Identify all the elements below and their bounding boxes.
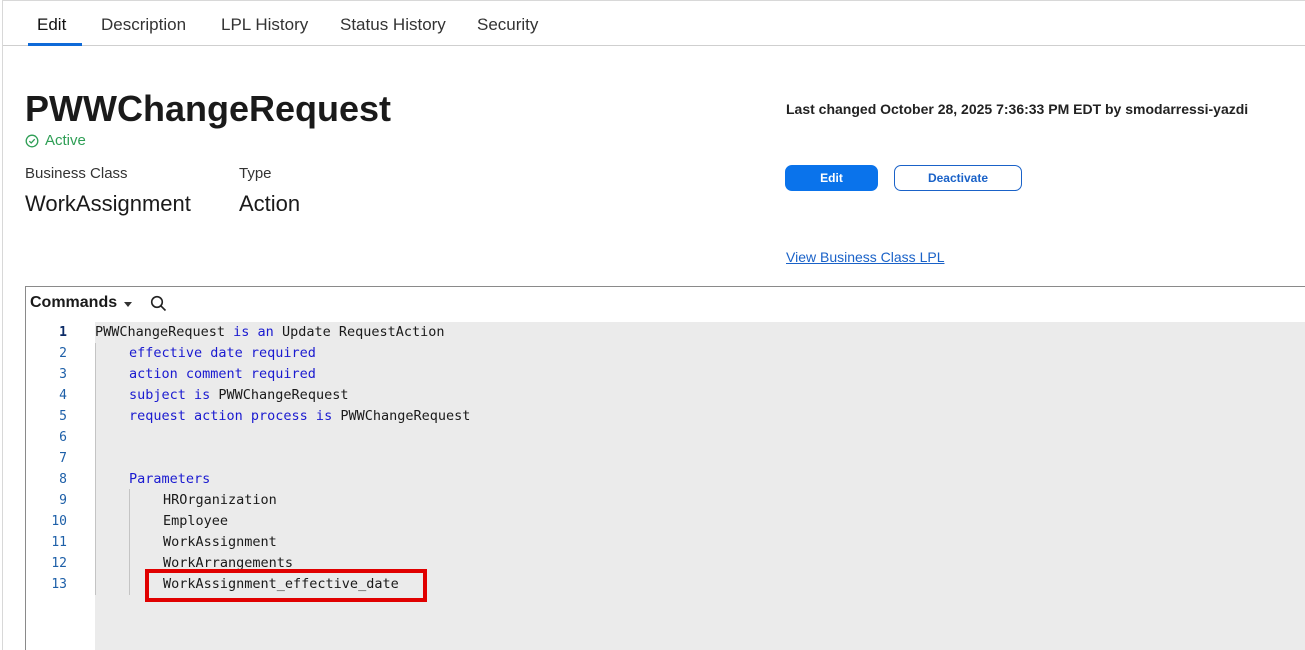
code-text: PWWChangeRequest is an Update RequestAct… xyxy=(95,322,445,343)
search-icon[interactable] xyxy=(150,295,167,317)
line-number: 5 xyxy=(59,409,67,424)
line-number: 12 xyxy=(51,556,67,571)
deactivate-button[interactable]: Deactivate xyxy=(894,165,1022,191)
editor-toolbar: Commands xyxy=(26,287,1305,321)
type-label: Type xyxy=(239,165,272,182)
line-number: 7 xyxy=(59,451,67,466)
code-keyword: subject is xyxy=(129,387,211,403)
code-keyword: Parameters xyxy=(129,471,211,487)
tab-description[interactable]: Description xyxy=(101,1,186,45)
code-text: Parameters xyxy=(129,469,210,490)
tab-security[interactable]: Security xyxy=(477,1,538,45)
code-keyword: request action process is xyxy=(129,408,333,424)
tab-edit[interactable]: Edit xyxy=(37,1,66,45)
view-business-class-lpl-link[interactable]: View Business Class LPL xyxy=(786,248,944,266)
line-number: 13 xyxy=(51,577,67,592)
line-number: 2 xyxy=(59,346,67,361)
edit-button[interactable]: Edit xyxy=(785,165,878,191)
line-number: 10 xyxy=(51,514,67,529)
tab-bar: Edit Description LPL History Status Hist… xyxy=(3,1,1305,46)
code-token: PWWChangeRequest xyxy=(95,324,234,340)
line-number: 11 xyxy=(51,535,67,550)
highlight-annotation-box xyxy=(145,569,427,602)
active-tab-indicator xyxy=(28,43,82,46)
code-token: WorkAssignment xyxy=(163,534,277,550)
page-title: PWWChangeRequest xyxy=(25,88,392,129)
code-keyword: is an xyxy=(233,324,274,340)
code-token: Employee xyxy=(163,513,229,529)
code-keyword: effective date required xyxy=(129,345,316,361)
caret-down-icon xyxy=(124,301,133,307)
line-number: 4 xyxy=(59,388,67,403)
line-number: 8 xyxy=(59,472,67,487)
code-text: effective date required xyxy=(129,343,316,364)
code-text: request action process is PWWChangeReque… xyxy=(129,406,470,427)
status-indicator: Active xyxy=(25,131,86,151)
tab-lpl-history[interactable]: LPL History xyxy=(221,1,308,45)
last-changed-text: Last changed October 28, 2025 7:36:33 PM… xyxy=(786,101,1249,117)
commands-dropdown[interactable]: Commands xyxy=(30,293,133,313)
type-value: Action xyxy=(239,191,301,216)
code-text: Employee xyxy=(163,511,228,532)
code-text: HROrganization xyxy=(163,490,277,511)
code-text: action comment required xyxy=(129,364,316,385)
code-keyword: action comment required xyxy=(129,366,316,382)
check-circle-icon xyxy=(25,134,39,148)
business-class-label: Business Class xyxy=(25,165,128,182)
code-token: PWWChangeRequest xyxy=(332,408,471,424)
indent-guide xyxy=(95,343,96,595)
frame-left-border xyxy=(2,0,3,650)
line-number: 3 xyxy=(59,367,67,382)
status-label: Active xyxy=(45,132,86,149)
code-text: subject is PWWChangeRequest xyxy=(129,385,348,406)
code-token: HROrganization xyxy=(163,492,277,508)
line-number: 9 xyxy=(59,493,67,508)
commands-label: Commands xyxy=(30,294,118,311)
code-token: Update RequestAction xyxy=(273,324,445,340)
tab-status-history[interactable]: Status History xyxy=(340,1,446,45)
line-number: 1 xyxy=(59,325,67,340)
code-token: PWWChangeRequest xyxy=(210,387,349,403)
code-text: WorkAssignment xyxy=(163,532,277,553)
indent-guide xyxy=(129,489,130,595)
business-class-value: WorkAssignment xyxy=(25,191,191,216)
line-number: 6 xyxy=(59,430,67,445)
